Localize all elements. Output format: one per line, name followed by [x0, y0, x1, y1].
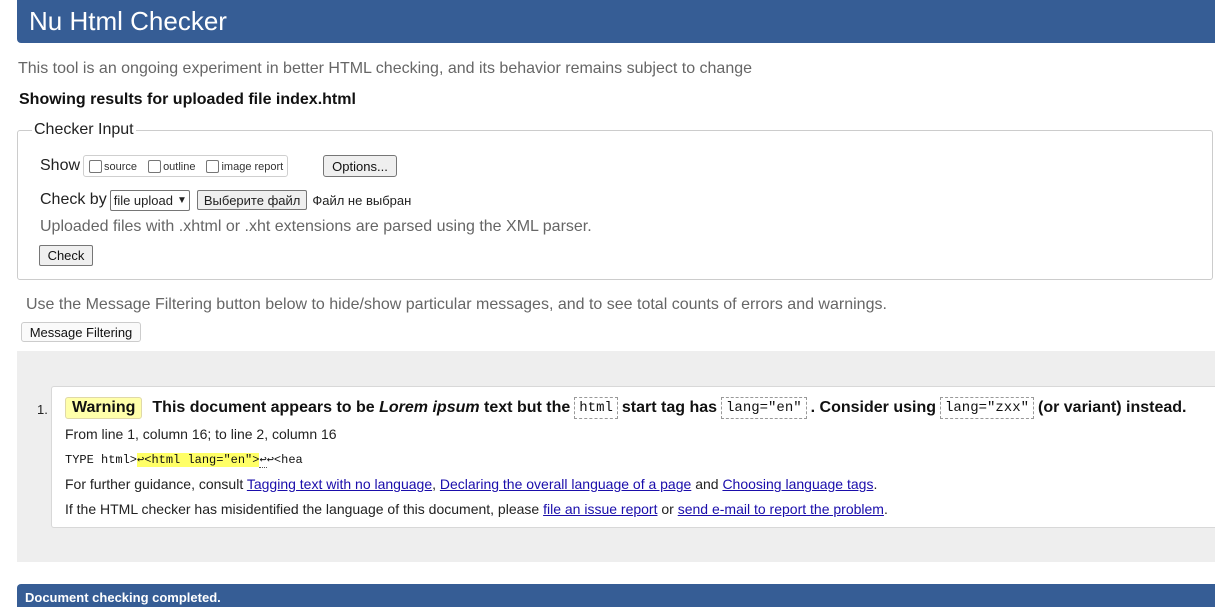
source-checkbox[interactable] [89, 159, 103, 173]
misid-or: or [661, 501, 674, 517]
extract-highlight: ↩<html lang="en"> [137, 453, 260, 467]
filter-note: Use the Message Filtering button below t… [26, 296, 887, 313]
link-choosing-tags[interactable]: Choosing language tags [722, 476, 873, 492]
show-label: Show [40, 157, 81, 174]
message-text-4: . Consider using [810, 399, 936, 416]
show-options-group: source outline image report [83, 155, 289, 177]
message-text-3: start tag has [621, 399, 718, 416]
code-html: html [574, 397, 618, 419]
completion-status: Document checking completed. [25, 590, 221, 605]
chevron-down-icon: ▼ [176, 194, 187, 206]
outline-checkbox[interactable] [148, 159, 162, 173]
file-status-text: Файл не выбран [312, 192, 412, 208]
check-by-select[interactable]: file upload ▼ [109, 189, 190, 211]
warning-badge: Warning [65, 397, 143, 419]
guidance-line: For further guidance, consult Tagging te… [65, 476, 877, 492]
link-file-issue[interactable]: file an issue report [543, 501, 657, 517]
misidentified-line: If the HTML checker has misidentified th… [65, 501, 888, 517]
check-by-row: Check by file upload ▼ Выберите файл Фай… [40, 189, 411, 211]
misid-prefix: If the HTML checker has misidentified th… [65, 501, 540, 517]
image-report-checkbox-label: image report [221, 161, 284, 173]
link-send-email[interactable]: send e-mail to report the problem [678, 501, 884, 517]
header-bar: Nu Html Checker [17, 0, 1215, 43]
check-button[interactable]: Check [39, 245, 93, 266]
link-declaring-language[interactable]: Declaring the overall language of a page [440, 476, 691, 492]
message-heading: Warning This document appears to be Lore… [65, 397, 1186, 419]
check-by-value: file upload [113, 192, 173, 208]
extract-after: ↩<hea [266, 453, 303, 467]
options-button[interactable]: Options... [323, 155, 397, 177]
misid-period: . [883, 501, 888, 517]
intro-text: This tool is an ongoing experiment in be… [18, 60, 753, 77]
message-text-1: This document appears to be [152, 399, 375, 416]
code-lang-zxx: lang="zxx" [939, 397, 1034, 419]
guidance-prefix: For further guidance, consult [65, 476, 244, 492]
check-by-label: Check by [40, 191, 107, 208]
source-checkbox-label: source [104, 161, 138, 173]
guidance-and: and [695, 476, 719, 492]
guidance-period: . [873, 476, 878, 492]
results-for-heading: Showing results for uploaded file index.… [19, 91, 356, 108]
image-report-checkbox[interactable] [206, 159, 220, 173]
message-em: Lorem ipsum [379, 399, 480, 416]
message-text-5: (or variant) instead. [1038, 399, 1187, 416]
show-row: Show source outline image report [40, 155, 289, 177]
message-filtering-button[interactable]: Message Filtering [21, 322, 141, 342]
outline-checkbox-label: outline [163, 161, 196, 173]
message-text-2: text but the [484, 399, 571, 416]
completion-bar: Document checking completed. [17, 584, 1215, 607]
choose-file-button[interactable]: Выберите файл [196, 190, 308, 210]
guidance-sep: , [432, 476, 436, 492]
code-lang-en: lang="en" [721, 397, 807, 419]
source-extract: TYPE html>↩<html lang="en">↩↩<hea [65, 452, 303, 468]
page-title: Nu Html Checker [29, 6, 227, 36]
message-location: From line 1, column 16; to line 2, colum… [65, 426, 337, 442]
checker-input-legend: Checker Input [34, 121, 134, 138]
extract-line-feed: ↩ [259, 453, 267, 468]
link-tagging-text[interactable]: Tagging text with no language [247, 476, 432, 492]
message-number: 1. [37, 402, 48, 417]
extract-before: TYPE html> [65, 453, 138, 467]
uploaded-files-note: Uploaded files with .xhtml or .xht exten… [40, 218, 592, 235]
